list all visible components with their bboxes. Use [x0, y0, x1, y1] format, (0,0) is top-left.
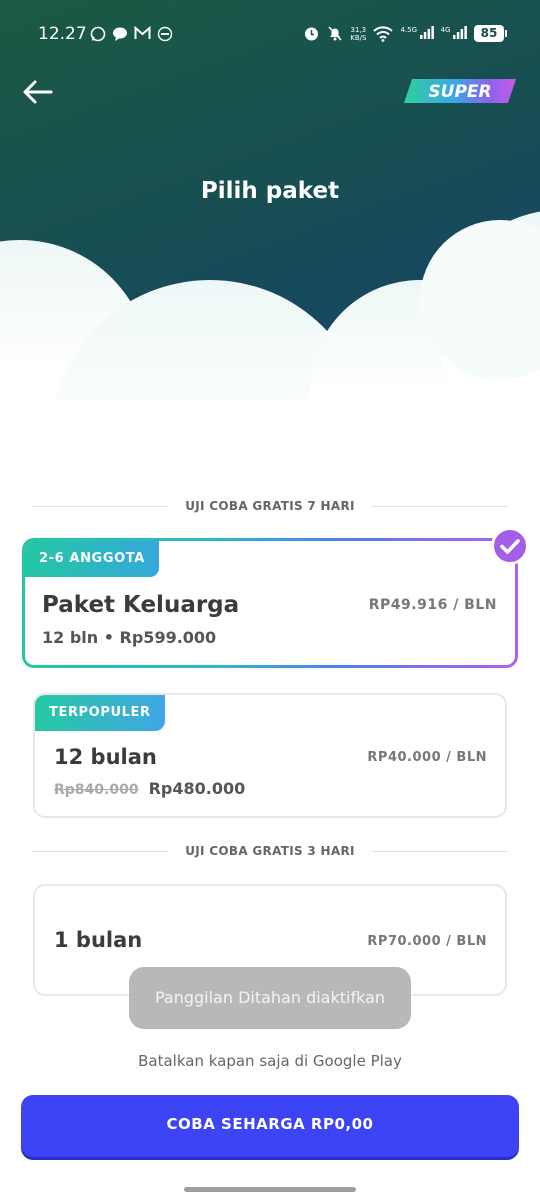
alarm-icon	[305, 27, 319, 41]
cell-signal-icon	[453, 26, 467, 39]
selected-check-icon	[491, 527, 529, 565]
plan-name: Paket Keluarga	[42, 592, 240, 618]
section-label: UJI COBA GRATIS 3 HARI	[185, 844, 355, 858]
old-price: Rp840.000	[54, 782, 139, 798]
home-indicator[interactable]	[184, 1187, 356, 1192]
plan-name: 12 bulan	[54, 745, 157, 769]
plan-price: RP40.000 / BLN	[367, 750, 487, 765]
status-bar: 12.27 31,3 KB/S 4.5G 4G 85	[0, 20, 540, 50]
cancel-note: Batalkan kapan saja di Google Play	[138, 1052, 402, 1070]
section-divider-7day: UJI COBA GRATIS 7 HARI	[32, 499, 508, 513]
divider-line	[370, 850, 508, 852]
signal-2: 4G	[441, 26, 467, 41]
plan-price-row: Rp840.000 Rp480.000	[54, 779, 245, 798]
plan-price: RP49.916 / BLN	[368, 597, 497, 613]
cell-signal-icon	[419, 26, 434, 39]
status-time: 12.27	[38, 24, 87, 44]
super-logo: SUPER	[404, 76, 518, 106]
plan-card-family[interactable]: 2-6 ANGGOTA Paket Keluarga 12 bln • Rp59…	[22, 527, 529, 668]
divider-line	[32, 505, 170, 507]
start-trial-button[interactable]: COBA SEHARGA RP0,00	[21, 1095, 519, 1157]
svg-text:SUPER: SUPER	[428, 82, 491, 102]
header-hero	[0, 0, 540, 440]
plan-badge: 2-6 ANGGOTA	[25, 541, 159, 577]
plan-badge: TERPOPULER	[35, 695, 165, 731]
arrow-left-icon	[23, 80, 53, 104]
plan-card-12-months[interactable]: TERPOPULER 12 bulan Rp840.000 Rp480.000 R…	[33, 693, 507, 818]
divider-line	[370, 505, 508, 507]
section-label: UJI COBA GRATIS 7 HARI	[185, 499, 355, 513]
notification-app-icon	[157, 26, 173, 42]
net-speed: 31,3 KB/S	[350, 25, 367, 42]
page-title: Pilih paket	[200, 178, 340, 204]
back-button[interactable]	[18, 72, 58, 112]
battery-indicator: 85	[474, 25, 507, 42]
chat-icon	[113, 27, 127, 41]
section-divider-3day: UJI COBA GRATIS 3 HARI	[32, 844, 508, 858]
toast-message: Panggilan Ditahan diaktifkan	[129, 967, 411, 1029]
clouds-illustration	[0, 211, 540, 440]
whatsapp-icon	[90, 26, 106, 42]
plan-price: RP70.000 / BLN	[367, 934, 487, 949]
gmail-icon	[134, 26, 151, 39]
bell-muted-icon	[328, 26, 342, 41]
plan-name: 1 bulan	[54, 928, 143, 952]
wifi-icon	[373, 25, 394, 42]
new-price: Rp480.000	[148, 779, 246, 798]
divider-line	[32, 850, 170, 852]
plan-subtitle: 12 bln • Rp599.000	[42, 628, 217, 647]
signal-1: 4.5G	[400, 26, 434, 41]
